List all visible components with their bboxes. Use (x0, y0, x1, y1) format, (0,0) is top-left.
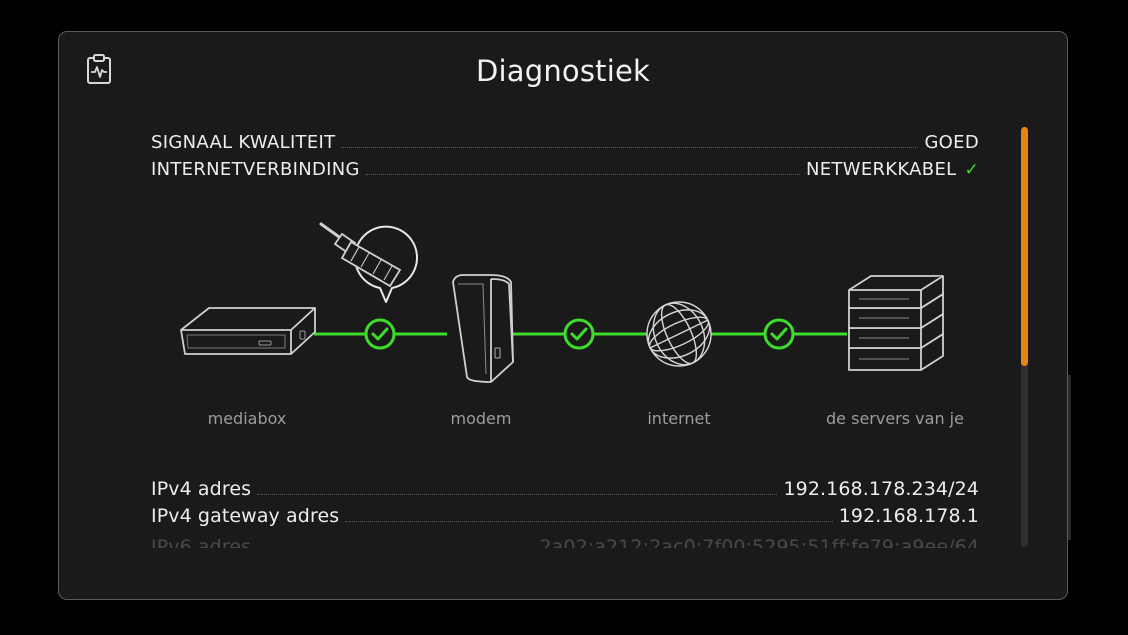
scrollbar[interactable] (1021, 127, 1028, 547)
ethernet-cable-icon (319, 221, 418, 303)
network-label: IPv4 adres (151, 478, 252, 500)
device-label-mediabox: mediabox (207, 409, 287, 428)
fade-clip: IPv6 adres 2a02:a212:2ac0:7f00:5295:51ff… (151, 532, 979, 548)
mediabox-icon (180, 307, 316, 355)
dotted-leader (257, 494, 778, 495)
modem-icon (452, 274, 514, 383)
device-label-servers: de servers van je (826, 409, 964, 428)
check-circle-icon (763, 318, 795, 350)
diagnostics-panel: Diagnostiek SIGNAAL KWALITEIT GOED INTER… (58, 31, 1068, 600)
device-label-modem: modem (450, 409, 512, 428)
check-circle-icon (364, 318, 396, 350)
network-label: IPv4 gateway adres (151, 505, 340, 527)
network-row-ipv4-address: IPv4 adres 192.168.178.234/24 (151, 474, 979, 500)
network-row-ipv4-gateway: IPv4 gateway adres 192.168.178.1 (151, 501, 979, 527)
network-value: 192.168.178.234/24 (783, 478, 979, 500)
globe-icon (646, 301, 712, 367)
network-value: 192.168.178.1 (838, 505, 979, 527)
network-value: 2a02:a212:2ac0:7f00:5295:51ff:fe79:a9ee/… (539, 536, 979, 548)
device-label-internet: internet (647, 409, 711, 428)
network-row-ipv6-address: IPv6 adres 2a02:a212:2ac0:7f00:5295:51ff… (151, 532, 979, 548)
network-label: IPv6 adres (151, 536, 252, 548)
scrollbar-thumb[interactable] (1021, 127, 1028, 366)
check-circle-icon (563, 318, 595, 350)
server-stack-icon (848, 275, 944, 371)
side-divider (1068, 375, 1071, 540)
dotted-leader (345, 521, 833, 522)
